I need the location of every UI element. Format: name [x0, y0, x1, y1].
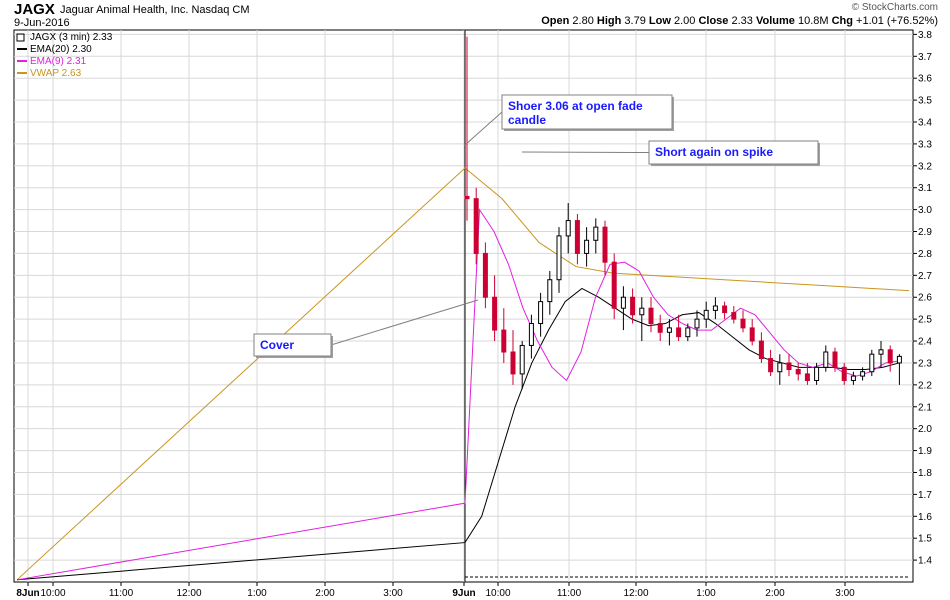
candle-body	[556, 235, 562, 281]
y-tick-label: 2.3	[918, 358, 932, 369]
candle-body	[860, 371, 866, 377]
candle-body	[501, 329, 507, 353]
x-tick-label: 8Jun	[16, 588, 39, 599]
legend-entry: JAGX (3 min) 2.33	[30, 32, 113, 43]
candle-body	[528, 323, 534, 346]
annotation-text: Short again on spike	[655, 145, 773, 159]
candle-body	[887, 349, 893, 364]
candle-body	[814, 366, 820, 381]
y-tick-label: 2.7	[918, 271, 932, 282]
x-tick-label: 3:00	[383, 588, 403, 599]
candle-body	[593, 226, 599, 241]
x-tick-label: 1:00	[247, 588, 267, 599]
candle-body	[823, 351, 829, 368]
x-tick-label: 12:00	[176, 588, 201, 599]
legend-entry: VWAP 2.63	[30, 68, 82, 79]
candle-body	[565, 220, 571, 237]
y-axis: 1.4 1.5 1.6 1.7 1.8 1.9 2.0 2.1 2.2 2.3 2.4 2.5 2.6 2…	[913, 30, 932, 567]
x-tick-label: 10:00	[40, 588, 65, 599]
candle-body	[538, 301, 544, 325]
y-tick-label: 1.4	[918, 556, 932, 567]
candle-body	[850, 375, 856, 381]
candle-body	[878, 349, 884, 355]
candle-body	[786, 362, 792, 371]
y-tick-label: 3.7	[918, 52, 932, 63]
legend-entry: EMA(20) 2.30	[30, 44, 92, 55]
candle-body	[722, 305, 728, 314]
candle-body	[510, 351, 516, 375]
x-tick-label: 2:00	[315, 588, 335, 599]
annotation-text: Shoer 3.06 at open fade	[508, 99, 643, 113]
candle-body	[685, 327, 691, 338]
y-tick-label: 1.8	[918, 468, 932, 479]
candle-body	[896, 355, 902, 364]
candle-body	[676, 327, 682, 338]
candle-body	[666, 327, 672, 333]
candle-body	[758, 340, 764, 360]
x-tick-label: 11:00	[557, 588, 582, 599]
y-tick-label: 2.2	[918, 380, 932, 391]
y-tick-label: 3.0	[918, 205, 932, 216]
x-tick-label: 1:00	[696, 588, 716, 599]
candle-body	[492, 296, 498, 331]
y-tick-label: 2.6	[918, 293, 932, 304]
candle-body	[712, 305, 718, 311]
y-tick-label: 3.6	[918, 74, 932, 85]
y-tick-label: 2.4	[918, 337, 932, 348]
candle-body	[602, 226, 608, 263]
candle-body	[630, 296, 636, 316]
x-tick-label: 12:00	[623, 588, 648, 599]
x-tick-label: 9Jun	[452, 588, 475, 599]
candle-body	[804, 373, 810, 381]
x-tick-label: 2:00	[765, 588, 785, 599]
candle-body	[731, 312, 737, 320]
candle-body	[648, 307, 654, 325]
candle-body	[832, 351, 838, 368]
y-tick-label: 1.5	[918, 534, 932, 545]
candle-body	[574, 220, 580, 254]
y-tick-label: 2.8	[918, 249, 932, 260]
candle-body	[749, 327, 755, 342]
y-tick-label: 3.5	[918, 96, 932, 107]
price-chart: 1.4 1.5 1.6 1.7 1.8 1.9 2.0 2.1 2.2 2.3 2.4 2.5 2.6 2…	[13, 29, 932, 599]
legend-entry: EMA(9) 2.31	[30, 56, 87, 67]
candle-body	[547, 279, 553, 303]
y-tick-label: 3.1	[918, 183, 932, 194]
y-tick-label: 2.5	[918, 315, 932, 326]
y-tick-label: 2.1	[918, 402, 932, 413]
x-tick-label: 10:00	[485, 588, 510, 599]
x-axis: 8Jun 10:00 11:00 12:00 1:00 2:00 3:00 9Jun 10:00…	[16, 582, 855, 599]
candle-body	[777, 362, 783, 373]
candle-body	[703, 309, 709, 320]
candle-body	[464, 195, 470, 200]
y-tick-label: 3.8	[918, 30, 932, 41]
x-tick-label: 11:00	[109, 588, 134, 599]
candle-body	[740, 318, 746, 329]
candle-body	[657, 323, 663, 333]
candle-body	[611, 261, 617, 309]
candle-body	[869, 353, 875, 373]
candle-body	[482, 252, 488, 298]
candle-body	[795, 369, 801, 375]
candle-body	[584, 239, 590, 254]
y-tick-label: 2.9	[918, 227, 932, 238]
candle-body	[620, 296, 626, 309]
y-tick-label: 3.3	[918, 139, 932, 150]
annotation-pointer	[521, 151, 650, 153]
y-tick-label: 1.6	[918, 512, 932, 523]
annotation-text: Cover	[260, 338, 294, 352]
y-tick-label: 1.7	[918, 490, 932, 501]
candle-body	[841, 366, 847, 381]
candle-body	[694, 318, 700, 329]
annotation-text-line2: candle	[508, 113, 546, 127]
x-tick-label: 3:00	[835, 588, 855, 599]
candle-body	[639, 307, 645, 316]
y-tick-label: 2.0	[918, 424, 932, 435]
candle-body	[768, 358, 774, 373]
y-tick-label: 1.9	[918, 446, 932, 457]
y-tick-label: 3.2	[918, 161, 932, 172]
y-tick-label: 3.4	[918, 118, 932, 129]
candle-body	[519, 344, 525, 375]
candle-body	[473, 198, 479, 254]
